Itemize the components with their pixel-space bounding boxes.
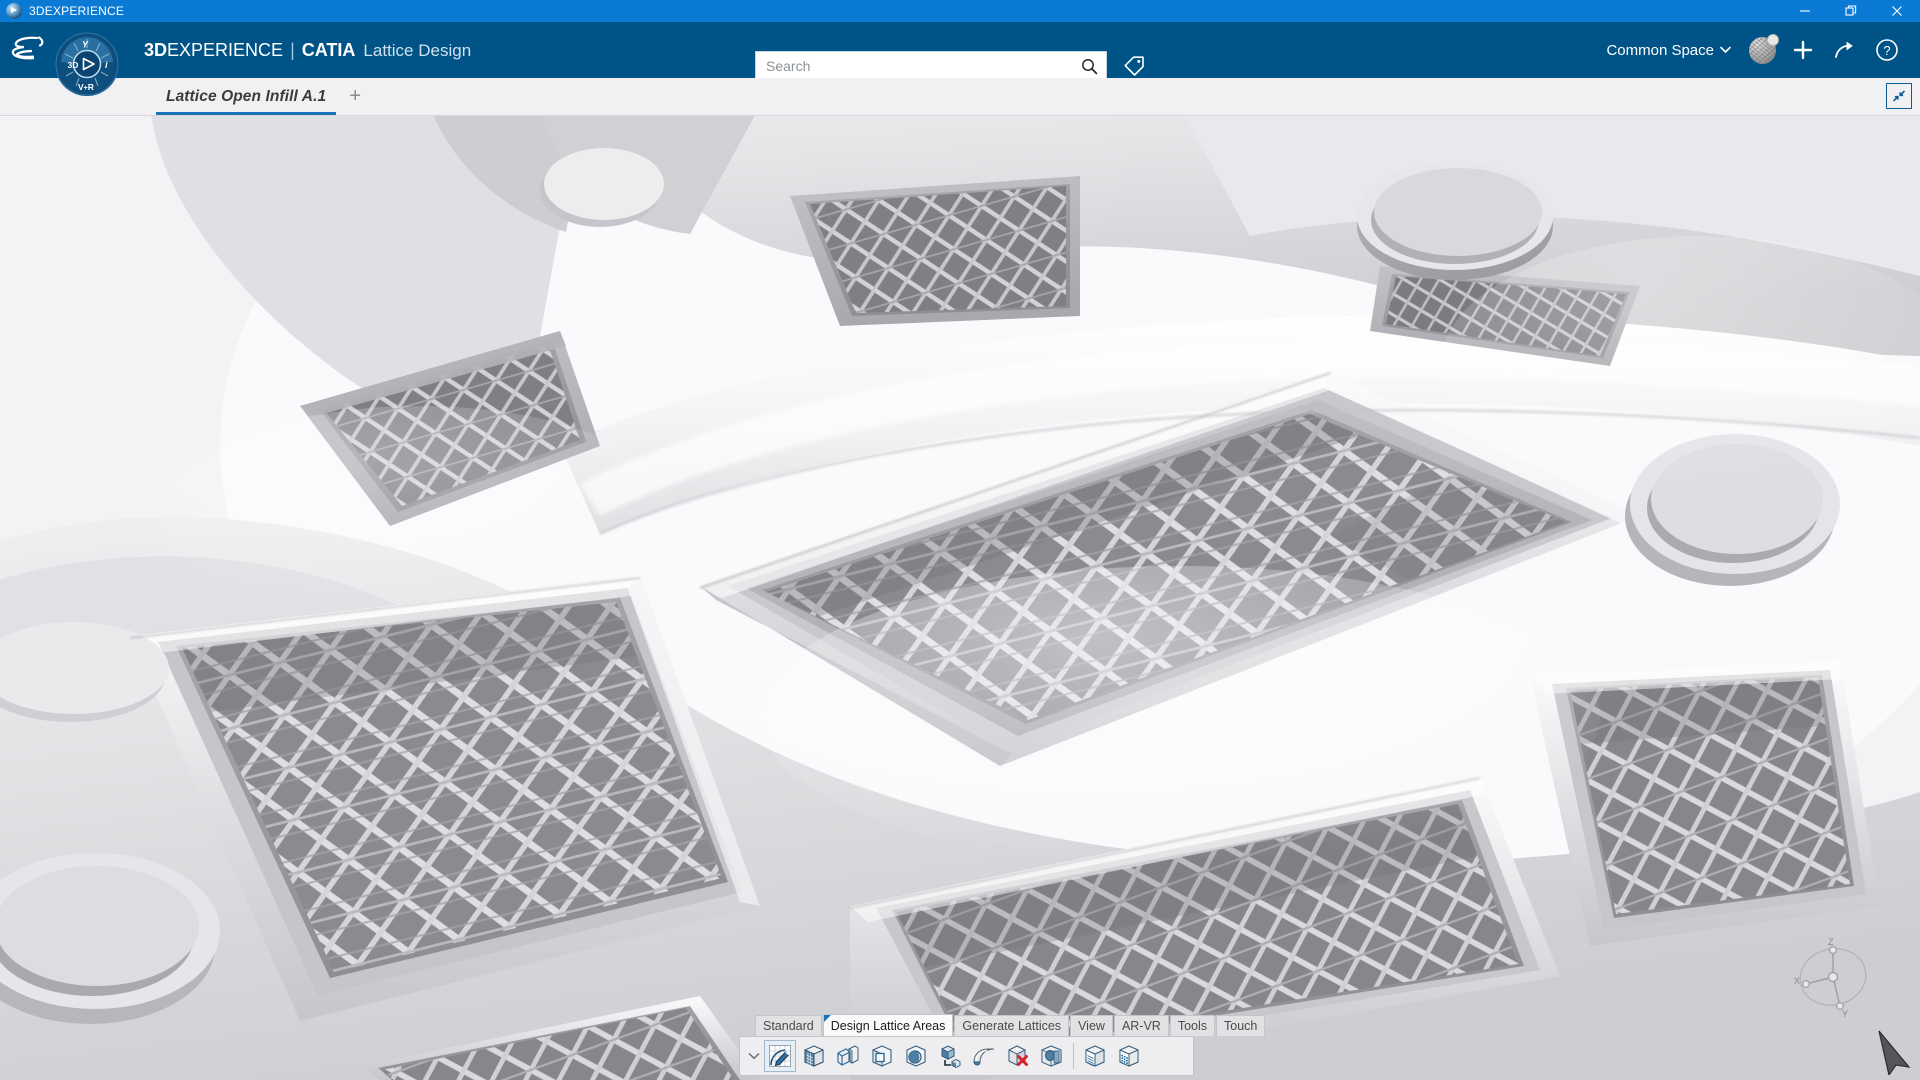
pattern-transfer-cube-icon[interactable] [934,1040,966,1072]
window-title-bar: 3DEXPERIENCE [0,0,1920,22]
delete-cube-icon[interactable] [1002,1040,1034,1072]
svg-text:3D: 3D [68,60,79,70]
svg-text:Z: Z [1828,937,1834,947]
action-tab-touch[interactable]: Touch [1216,1015,1266,1036]
svg-text:?: ? [1883,43,1890,58]
collapse-arrows-icon[interactable] [1886,83,1912,109]
brand-separator: | [290,39,295,60]
search-input[interactable] [756,52,1072,80]
action-bar-tool-group-1 [764,1040,1068,1072]
action-bar-expand-chevron[interactable] [744,1037,764,1075]
sphere-in-cube-icon[interactable] [900,1040,932,1072]
tag-icon[interactable] [1117,51,1151,81]
product-name: CATIA [301,39,356,60]
action-tab-ar-vr[interactable]: AR-VR [1113,1015,1169,1036]
tab-lattice-open-infill[interactable]: Lattice Open Infill A.1 [152,78,340,115]
document-tab-label: Lattice Open Infill A.1 [166,87,327,105]
brand-experience: EXPERIENCE [167,39,284,60]
window-controls [1782,0,1920,22]
share-arrow-icon[interactable] [1824,22,1866,78]
3d-compass[interactable]: 3D i Y V+R [54,31,120,97]
action-bar-toolbar [739,1036,1194,1076]
toolbar-divider [1073,1043,1074,1069]
action-bar: Standard Design Lattice Areas Generate L… [739,1014,1266,1076]
3d-viewport[interactable]: Z X Y [0,116,1920,1080]
app-name: Lattice Design [363,40,472,60]
help-icon[interactable]: ? [1866,22,1908,78]
lattice-bracket-model [0,116,1920,1080]
header-right-controls: Common Space ? [1596,22,1908,78]
app-title: 3D EXPERIENCE | CATIA Lattice Design [144,40,471,61]
mesh-cube-icon[interactable] [1113,1040,1145,1072]
restore-button[interactable] [1828,0,1874,22]
fillet-tube-icon[interactable] [968,1040,1000,1072]
avatar-status-dot [1767,33,1779,46]
avatar[interactable] [1749,33,1779,64]
close-button[interactable] [1874,0,1920,22]
add-tab-button[interactable]: + [340,78,370,115]
common-space-label: Common Space [1606,41,1714,59]
split-body-cube-icon[interactable] [1036,1040,1068,1072]
brand-3d: 3D [144,39,168,60]
3dexperience-globe-icon [6,3,22,19]
add-button[interactable] [1782,22,1824,78]
search-box[interactable] [755,51,1107,81]
sketch-pencil-grid-icon[interactable] [764,1040,796,1072]
app-header: 3D i Y V+R 3D EXPERIENCE | CATIA Lattice … [0,22,1920,96]
action-bar-tool-group-2 [1079,1040,1145,1072]
common-space-selector[interactable]: Common Space [1596,42,1741,59]
minimize-button[interactable] [1782,0,1828,22]
search-icon[interactable] [1072,52,1106,80]
window-title: 3DEXPERIENCE [29,4,125,18]
action-tab-tools[interactable]: Tools [1169,1015,1216,1036]
hatch-cube-icon[interactable] [1079,1040,1111,1072]
chevron-down-icon [1720,46,1731,54]
lattice-area-cube-icon[interactable] [798,1040,830,1072]
action-tab-standard[interactable]: Standard [755,1015,822,1036]
axis-triad[interactable]: Z X Y [1788,932,1878,1022]
mouse-cursor [1875,1029,1915,1077]
action-tab-view[interactable]: View [1070,1015,1113,1036]
document-tab-bar: Lattice Open Infill A.1 + [0,78,1920,116]
svg-text:Y: Y [1842,1009,1848,1019]
svg-text:Y: Y [82,40,89,50]
action-bar-tabs: Standard Design Lattice Areas Generate L… [739,1014,1266,1036]
lattice-wireframe-extract-icon[interactable] [832,1040,864,1072]
pocket-face-cube-icon[interactable] [866,1040,898,1072]
action-tab-generate-lattices[interactable]: Generate Lattices [954,1015,1070,1036]
svg-text:X: X [1794,976,1800,986]
action-tab-design-lattice-areas[interactable]: Design Lattice Areas [822,1014,954,1036]
dassault-systemes-logo[interactable] [0,22,56,78]
